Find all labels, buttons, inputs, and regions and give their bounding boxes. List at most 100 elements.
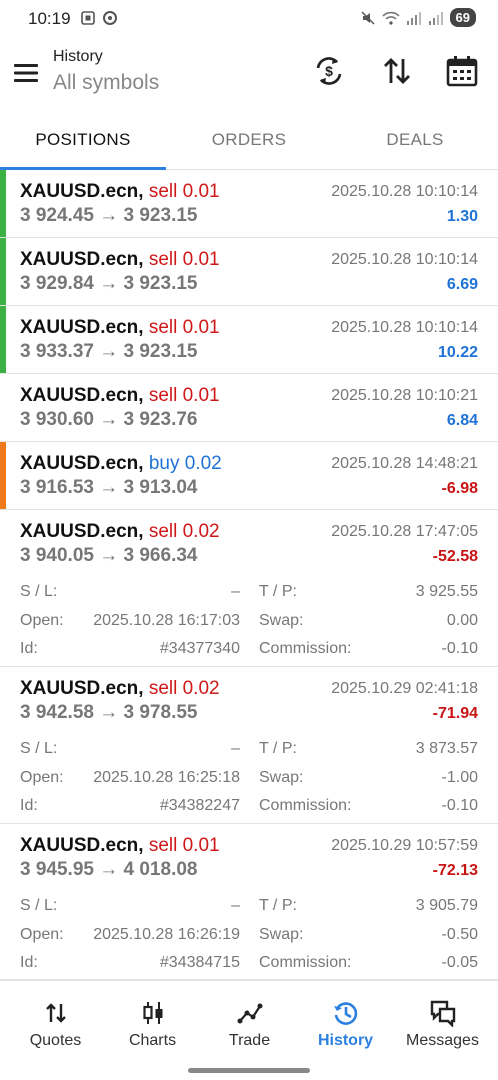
trade-direction: sell 0.01 (148, 317, 220, 338)
commission-label: Commission: (259, 797, 352, 814)
profit: -52.58 (432, 548, 478, 565)
wifi-icon (381, 11, 400, 25)
position-id: #34377340 (159, 640, 240, 657)
positions-list: XAUUSD.ecn, sell 0.01 3 924.45 → 3 923.1… (0, 170, 498, 980)
tab-orders[interactable]: ORDERS (166, 118, 332, 170)
price-range: 3 942.58 → 3 978.55 (20, 702, 198, 723)
trade-direction: sell 0.02 (148, 521, 220, 542)
commission-label: Commission: (259, 640, 352, 657)
close-time: 2025.10.28 10:10:21 (331, 387, 478, 404)
position-group-bar (0, 306, 6, 373)
close-time: 2025.10.29 10:57:59 (331, 837, 478, 854)
symbol-filter[interactable]: All symbols (53, 71, 159, 95)
price-range: 3 929.84 → 3 923.15 (20, 273, 198, 294)
list-item-expanded[interactable]: XAUUSD.ecn, sell 0.02 3 940.05 → 3 966.3… (0, 510, 498, 667)
symbol: XAUUSD.ecn, (20, 385, 144, 406)
quotes-arrows-icon (45, 1003, 66, 1023)
swap-label: Swap: (259, 612, 304, 629)
price-range: 3 945.95 → 4 018.08 (20, 859, 198, 880)
position-group-bar (0, 238, 6, 305)
tp-value: 3 925.55 (415, 583, 478, 600)
profit: 6.69 (446, 276, 478, 293)
list-item[interactable]: XAUUSD.ecn, sell 0.01 3 930.60 → 3 923.7… (0, 374, 498, 442)
swap-value: -1.00 (441, 769, 478, 786)
currency-exchange-icon[interactable]: $ (311, 53, 347, 89)
bottom-navigation: Quotes Charts Trade History Messages (0, 980, 498, 1080)
symbol: XAUUSD.ecn, (20, 835, 144, 856)
messages-icon (430, 1000, 455, 1027)
price-range: 3 924.45 → 3 923.15 (20, 205, 198, 226)
tab-deals[interactable]: DEALS (332, 118, 498, 170)
menu-icon[interactable] (12, 58, 42, 88)
screenshot-icon (81, 11, 95, 25)
status-time: 10:19 (28, 9, 71, 28)
page-title: History (53, 48, 103, 65)
symbol: XAUUSD.ecn, (20, 678, 144, 699)
position-group-bar (0, 442, 6, 509)
position-id: #34382247 (159, 797, 240, 814)
swap-label: Swap: (259, 769, 304, 786)
status-bar: 10:19 69 (0, 0, 498, 38)
open-label: Open: (20, 926, 64, 943)
nav-trade[interactable]: Trade (200, 981, 299, 1061)
list-item-expanded[interactable]: XAUUSD.ecn, sell 0.01 3 945.95 → 4 018.0… (0, 824, 498, 980)
open-label: Open: (20, 769, 64, 786)
tp-value: 3 905.79 (415, 897, 478, 914)
profit: 1.30 (446, 208, 478, 225)
swap-value: 0.00 (446, 612, 478, 629)
id-label: Id: (20, 640, 38, 657)
list-item[interactable]: XAUUSD.ecn, sell 0.01 3 933.37 → 3 923.1… (0, 306, 498, 374)
price-range: 3 916.53 → 3 913.04 (20, 477, 198, 498)
mute-icon (361, 10, 375, 25)
trade-direction: sell 0.01 (148, 385, 220, 406)
close-time: 2025.10.28 10:10:14 (331, 251, 478, 268)
sl-value: – (231, 740, 240, 757)
open-label: Open: (20, 612, 64, 629)
profit: 6.84 (446, 412, 478, 429)
symbol: XAUUSD.ecn, (20, 249, 144, 270)
nav-messages[interactable]: Messages (393, 981, 492, 1061)
history-clock-icon (333, 1002, 357, 1025)
swap-label: Swap: (259, 926, 304, 943)
price-range: 3 940.05 → 3 966.34 (20, 545, 198, 566)
swap-value: -0.50 (441, 926, 478, 943)
trade-direction: sell 0.01 (148, 181, 220, 202)
open-time: 2025.10.28 16:17:03 (93, 612, 240, 629)
home-indicator[interactable] (188, 1068, 310, 1073)
tp-label: T / P: (259, 897, 297, 914)
position-id: #34384715 (159, 954, 240, 971)
sl-label: S / L: (20, 897, 58, 914)
calendar-icon[interactable] (444, 53, 480, 89)
commission-value: -0.10 (441, 797, 478, 814)
list-item-expanded[interactable]: XAUUSD.ecn, sell 0.02 3 942.58 → 3 978.5… (0, 667, 498, 824)
app-notification-icon (103, 11, 117, 25)
list-item[interactable]: XAUUSD.ecn, sell 0.01 3 929.84 → 3 923.1… (0, 238, 498, 306)
list-item[interactable]: XAUUSD.ecn, sell 0.01 3 924.45 → 3 923.1… (0, 170, 498, 238)
open-time: 2025.10.28 16:25:18 (93, 769, 240, 786)
close-time: 2025.10.28 10:10:14 (331, 183, 478, 200)
commission-value: -0.05 (441, 954, 478, 971)
close-time: 2025.10.28 10:10:14 (331, 319, 478, 336)
sort-icon[interactable] (379, 53, 415, 89)
symbol: XAUUSD.ecn, (20, 521, 144, 542)
nav-history[interactable]: History (296, 981, 395, 1061)
id-label: Id: (20, 954, 38, 971)
close-time: 2025.10.28 14:48:21 (331, 455, 478, 472)
price-range: 3 930.60 → 3 923.76 (20, 409, 198, 430)
commission-value: -0.10 (441, 640, 478, 657)
id-label: Id: (20, 797, 38, 814)
svg-text:$: $ (325, 63, 333, 79)
nav-quotes[interactable]: Quotes (6, 981, 105, 1061)
open-time: 2025.10.28 16:26:19 (93, 926, 240, 943)
nav-charts[interactable]: Charts (103, 981, 202, 1061)
sl-label: S / L: (20, 740, 58, 757)
profit: -72.13 (432, 862, 478, 879)
position-group-bar (0, 170, 6, 237)
trade-line-icon (237, 1003, 262, 1024)
close-time: 2025.10.29 02:41:18 (331, 680, 478, 697)
list-item[interactable]: XAUUSD.ecn, buy 0.02 3 916.53 → 3 913.04… (0, 442, 498, 510)
symbol: XAUUSD.ecn, (20, 453, 144, 474)
profit: -71.94 (432, 705, 478, 722)
battery-level: 69 (449, 8, 476, 27)
tab-positions[interactable]: POSITIONS (0, 118, 166, 170)
